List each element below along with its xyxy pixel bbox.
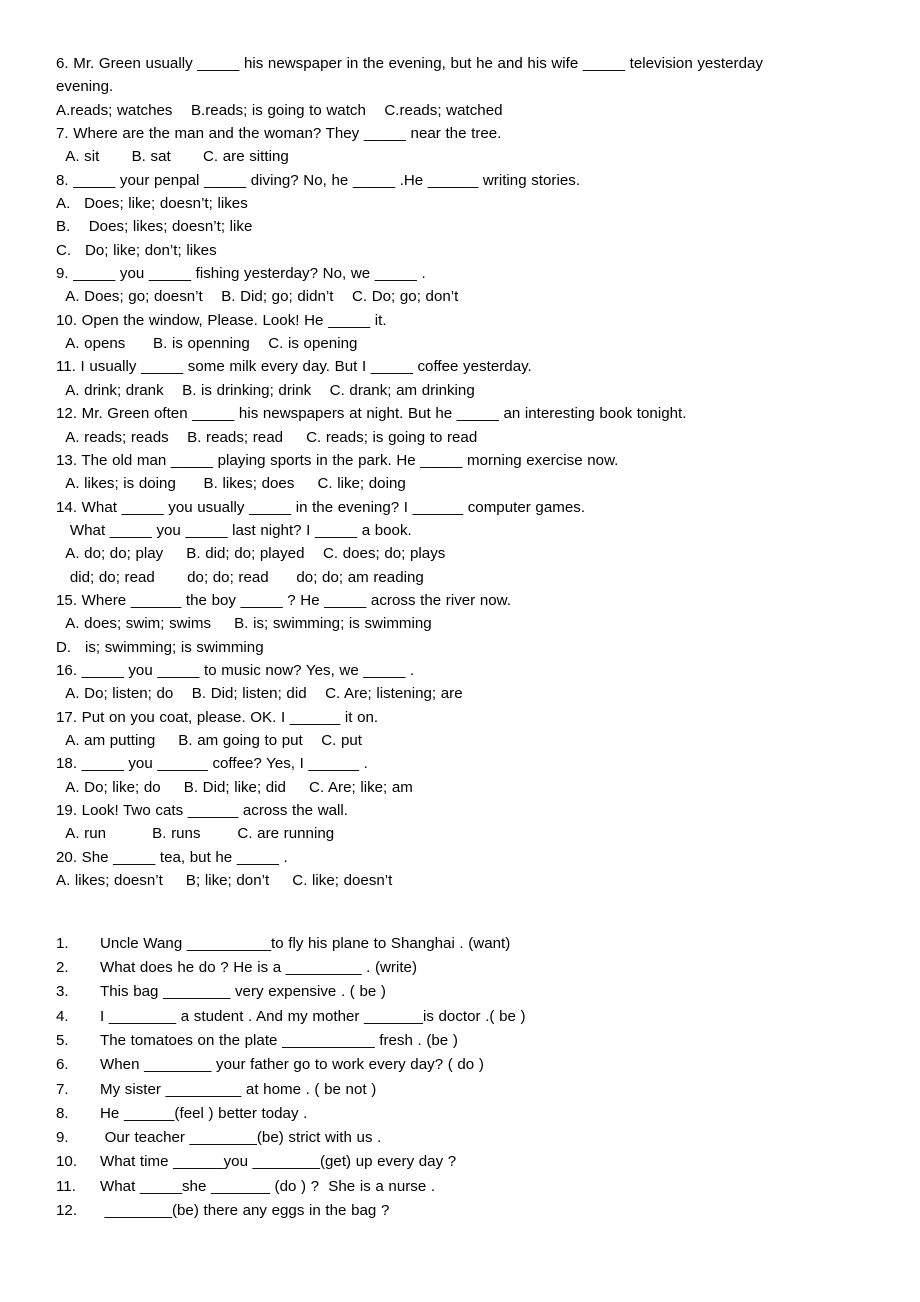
list-item: 3. This bag ________ very expensive . ( … — [56, 980, 864, 1004]
list-item-number: 5. — [56, 1031, 69, 1049]
answer-options-line: A. Do; like; do B. Did; like; did C. Are… — [56, 778, 413, 796]
list-item: 1. Uncle Wang __________to fly his plane… — [56, 932, 864, 956]
question-line: What _____ you _____ last night? I _____… — [56, 521, 412, 539]
list-item-number: 8. — [56, 1104, 69, 1122]
answer-options-line: did; do; read do; do; read do; do; am re… — [56, 568, 424, 586]
list-item-number: 10. — [56, 1153, 78, 1171]
question-line: 14. What _____ you usually _____ in the … — [56, 498, 586, 516]
question-line: 17. Put on you coat, please. OK. I _____… — [56, 708, 379, 726]
list-item: 2. What does he do ? He is a _________ .… — [56, 956, 864, 980]
list-item-number: 7. — [56, 1080, 69, 1098]
list-item: 7. My sister _________ at home . ( be no… — [56, 1078, 864, 1102]
list-item: 9. Our teacher ________(be) strict with … — [56, 1126, 864, 1150]
list-item: 11. What _____she _______ (do ) ? She is… — [56, 1175, 864, 1199]
answer-options-line: A. likes; is doing B. likes; does C. lik… — [56, 475, 406, 493]
answer-options-line: A.reads; watches B.reads; is going to wa… — [56, 101, 503, 119]
answer-options-line: A. drink; drank B. is drinking; drink C.… — [56, 381, 475, 399]
answer-options-line: A. do; do; play B. did; do; played C. do… — [56, 545, 446, 563]
list-item: 5. The tomatoes on the plate ___________… — [56, 1029, 864, 1053]
answer-options-line: A. opens B. is openning C. is opening — [56, 335, 358, 353]
list-item-text: This bag ________ very expensive . ( be … — [100, 983, 386, 1001]
question-line: 15. Where ______ the boy _____ ? He ____… — [56, 591, 511, 609]
list-item-number: 1. — [56, 934, 69, 952]
list-item-number: 11. — [56, 1177, 76, 1195]
list-item-text: I ________ a student . And my mother ___… — [100, 1007, 526, 1025]
list-item-number: 12. — [56, 1201, 78, 1219]
answer-options-line: B. Does; likes; doesn’t; like — [56, 218, 253, 236]
list-item-number: 3. — [56, 983, 69, 1001]
list-item-text: What _____she _______ (do ) ? She is a n… — [100, 1177, 436, 1195]
question-line: 6. Mr. Green usually _____ his newspaper… — [56, 55, 763, 72]
list-item-number: 4. — [56, 1007, 69, 1025]
question-line: 19. Look! Two cats ______ across the wal… — [56, 802, 348, 819]
answer-options-line: A. Do; listen; do B. Did; listen; did C.… — [56, 685, 463, 703]
question-line: 12. Mr. Green often _____ his newspapers… — [56, 405, 687, 423]
question-line: evening. — [56, 78, 114, 96]
question-line: 16. _____ you _____ to music now? Yes, w… — [56, 661, 415, 679]
section-separator-extra — [56, 916, 864, 932]
question-line: 13. The old man _____ playing sports in … — [56, 451, 619, 469]
numbered-exercises-section: 1. Uncle Wang __________to fly his plane… — [56, 932, 864, 1224]
question-line: 18. _____ you ______ coffee? Yes, I ____… — [56, 755, 368, 773]
question-line: 10. Open the window, Please. Look! He __… — [56, 311, 387, 329]
question-line: 7. Where are the man and the woman? They… — [56, 125, 502, 143]
list-item: 4. I ________ a student . And my mother … — [56, 1005, 864, 1029]
question-line: 9. _____ you _____ fishing yesterday? No… — [56, 265, 426, 283]
answer-options-line: A. sit B. sat C. are sitting — [56, 148, 289, 166]
document-body: 6. Mr. Green usually _____ his newspaper… — [56, 52, 864, 1223]
list-item-text: The tomatoes on the plate ___________ fr… — [100, 1031, 458, 1049]
list-item: 10. What time ______you ________(get) up… — [56, 1150, 864, 1174]
list-item: 8. He ______(feel ) better today . — [56, 1102, 864, 1126]
answer-options-line: A. run B. runs C. are running — [56, 825, 335, 843]
answer-options-line: A. reads; reads B. reads; read C. reads;… — [56, 428, 478, 446]
list-item-text: When ________ your father go to work eve… — [100, 1056, 484, 1074]
worksheet-page: 6. Mr. Green usually _____ his newspaper… — [0, 0, 920, 1302]
multiple-choice-section: 6. Mr. Green usually _____ his newspaper… — [56, 52, 864, 892]
list-item-text: He ______(feel ) better today . — [100, 1104, 308, 1122]
list-item-text: What does he do ? He is a _________ . (w… — [100, 959, 418, 977]
answer-options-line: D. is; swimming; is swimming — [56, 638, 264, 656]
list-item-text: My sister _________ at home . ( be not ) — [100, 1080, 377, 1098]
answer-options-line: A. am putting B. am going to put C. put — [56, 731, 363, 749]
question-line: 20. She _____ tea, but he _____ . — [56, 848, 288, 866]
section-separator — [56, 892, 864, 915]
list-item: 12. ________(be) there any eggs in the b… — [56, 1199, 864, 1223]
answer-options-line: A. Does; go; doesn’t B. Did; go; didn’t … — [56, 288, 459, 306]
answer-options-line: A. does; swim; swims B. is; swimming; is… — [56, 615, 432, 633]
list-item-number: 6. — [56, 1056, 69, 1074]
list-item-text: Our teacher ________(be) strict with us … — [100, 1129, 382, 1147]
list-item-text: What time ______you ________(get) up eve… — [100, 1153, 457, 1171]
list-item-number: 2. — [56, 959, 69, 977]
list-item-number: 9. — [56, 1129, 69, 1147]
answer-options-line: C. Do; like; don’t; likes — [56, 241, 217, 259]
list-item-text: ________(be) there any eggs in the bag ? — [100, 1201, 390, 1219]
answer-options-line: A. likes; doesn’t B; like; don’t C. like… — [56, 872, 393, 890]
list-item: 6. When ________ your father go to work … — [56, 1053, 864, 1077]
answer-options-line: A. Does; like; doesn’t; likes — [56, 195, 248, 213]
question-line: 8. _____ your penpal _____ diving? No, h… — [56, 171, 581, 189]
question-line: 11. I usually _____ some milk every day.… — [56, 358, 532, 376]
list-item-text: Uncle Wang __________to fly his plane to… — [100, 934, 511, 952]
